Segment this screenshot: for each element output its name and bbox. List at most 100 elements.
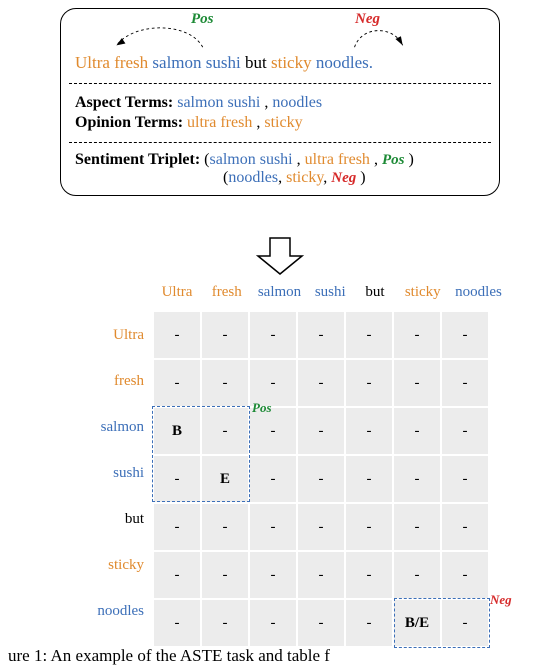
grid-cell-dash: - xyxy=(154,456,200,502)
grid-cell-dash: - xyxy=(346,552,392,598)
tok-fresh: fresh xyxy=(114,53,148,72)
row-but: but xyxy=(58,496,152,542)
tok-but: but xyxy=(245,53,267,72)
grid-pos-label: Pos xyxy=(252,400,272,416)
grid-cell-dash: - xyxy=(394,456,440,502)
grid-cell-dash: - xyxy=(202,504,248,550)
opinion-term-1: ultra fresh xyxy=(187,114,252,131)
grid-cell-dash: - xyxy=(298,552,344,598)
grid-cell-dash: - xyxy=(202,552,248,598)
aspect-terms-label: Aspect Terms: xyxy=(75,94,173,111)
grid-cell-dash: - xyxy=(154,312,200,358)
tok-sushi: sushi xyxy=(206,53,241,72)
grid-cell-dash: - xyxy=(346,600,392,646)
row-sushi: sushi xyxy=(58,450,152,496)
pos-label: Pos xyxy=(191,11,214,28)
grid-cell-dash: - xyxy=(298,600,344,646)
col-fresh: fresh xyxy=(204,284,250,301)
down-arrow-icon xyxy=(256,236,304,276)
col-salmon: salmon xyxy=(254,284,306,301)
grid-cell-dash: - xyxy=(394,408,440,454)
neg-label: Neg xyxy=(355,11,380,28)
trip1-aspect: salmon sushi xyxy=(210,151,293,168)
opinion-term-2: sticky xyxy=(264,114,302,131)
caption-text: ure 1: An example of the ASTE task and t… xyxy=(8,646,330,665)
grid-cell-dash: - xyxy=(154,552,200,598)
grid-cell-dash: - xyxy=(346,456,392,502)
grid-cell-dash: - xyxy=(442,600,488,646)
trip2-aspect: noodles xyxy=(228,169,278,186)
grid-cell-dash: - xyxy=(154,600,200,646)
example-box: Pos Neg Ultra fresh salmon sushi but sti… xyxy=(60,8,500,196)
grid-cell-dash: - xyxy=(442,504,488,550)
row-noodles: noodles xyxy=(58,588,152,634)
triplet-section: Sentiment Triplet: (salmon sushi , ultra… xyxy=(61,143,499,195)
triplet-label: Sentiment Triplet: xyxy=(75,151,200,168)
aspect-term-2: noodles xyxy=(272,94,322,111)
aspect-term-1: salmon sushi xyxy=(177,94,260,111)
grid-cell-dash: - xyxy=(442,552,488,598)
grid-neg-label: Neg xyxy=(490,592,512,608)
dependency-arcs xyxy=(61,9,499,49)
grid-cell-dash: - xyxy=(202,312,248,358)
grid-cell-dash: - xyxy=(250,504,296,550)
opinion-terms-line: Opinion Terms: ultra fresh , sticky xyxy=(75,114,485,132)
grid-cell-dash: - xyxy=(298,312,344,358)
grid-cell-dash: - xyxy=(154,360,200,406)
grid-cell-dash: - xyxy=(346,360,392,406)
grid-cell-dash: - xyxy=(442,456,488,502)
col-ultra: Ultra xyxy=(154,284,200,301)
grid-cell-dash: - xyxy=(442,360,488,406)
grid-cell-dash: - xyxy=(298,408,344,454)
grid-cell-dash: - xyxy=(394,360,440,406)
tok-noodles: noodles. xyxy=(316,53,373,72)
grid-cell-dash: - xyxy=(154,504,200,550)
triplet-line-1: Sentiment Triplet: (salmon sushi , ultra… xyxy=(75,151,485,169)
grid-cell-dash: - xyxy=(250,456,296,502)
trip1-sent: Pos xyxy=(382,152,405,168)
grid-cell-dash: - xyxy=(298,504,344,550)
opinion-terms-label: Opinion Terms: xyxy=(75,114,183,131)
grid-cell-dash: - xyxy=(250,600,296,646)
trip2-sent: Neg xyxy=(331,170,356,186)
grid-cell-dash: - xyxy=(202,600,248,646)
terms-section: Aspect Terms: salmon sushi , noodles Opi… xyxy=(61,84,499,142)
grid-cell-dash: - xyxy=(298,456,344,502)
trip1-opinion: ultra fresh xyxy=(305,151,370,168)
tok-ultra: Ultra xyxy=(75,53,110,72)
example-sentence: Ultra fresh salmon sushi but sticky nood… xyxy=(75,53,373,73)
row-sticky: sticky xyxy=(58,542,152,588)
grid-cell-dash: - xyxy=(394,312,440,358)
grid-cell-dash: - xyxy=(346,504,392,550)
grid-cell-tag: E xyxy=(202,456,248,502)
rparen-2: ) xyxy=(356,169,365,186)
relation-grid: --------------B-------E-----------------… xyxy=(154,312,488,646)
col-sushi: sushi xyxy=(309,284,351,301)
col-sticky: sticky xyxy=(399,284,447,301)
col-noodles: noodles xyxy=(451,284,507,301)
grid-cell-dash: - xyxy=(442,312,488,358)
grid-cell-tag: B/E xyxy=(394,600,440,646)
grid-cell-dash: - xyxy=(250,552,296,598)
figure-caption: ure 1: An example of the ASTE task and t… xyxy=(0,646,560,666)
grid-cell-dash: - xyxy=(394,552,440,598)
rparen-1: ) xyxy=(404,151,413,168)
grid-cell-dash: - xyxy=(442,408,488,454)
grid-cell-dash: - xyxy=(346,408,392,454)
grid-cell-tag: B xyxy=(154,408,200,454)
tok-salmon: salmon xyxy=(152,53,201,72)
comma-4: , xyxy=(370,151,382,168)
grid-cell-dash: - xyxy=(202,360,248,406)
row-fresh: fresh xyxy=(58,358,152,404)
tok-sticky: sticky xyxy=(271,53,312,72)
grid-cell-dash: - xyxy=(250,312,296,358)
trip2-opinion: sticky xyxy=(286,169,323,186)
sentence-with-arcs: Pos Neg Ultra fresh salmon sushi but sti… xyxy=(61,9,499,83)
row-salmon: salmon xyxy=(58,404,152,450)
grid-cell-dash: - xyxy=(346,312,392,358)
aspect-terms-line: Aspect Terms: salmon sushi , noodles xyxy=(75,94,485,112)
grid-row-header: Ultra fresh salmon sushi but sticky nood… xyxy=(58,312,152,634)
row-ultra: Ultra xyxy=(58,312,152,358)
col-but: but xyxy=(355,284,395,301)
triplet-line-2: (noodles, sticky, Neg ) xyxy=(75,169,485,187)
